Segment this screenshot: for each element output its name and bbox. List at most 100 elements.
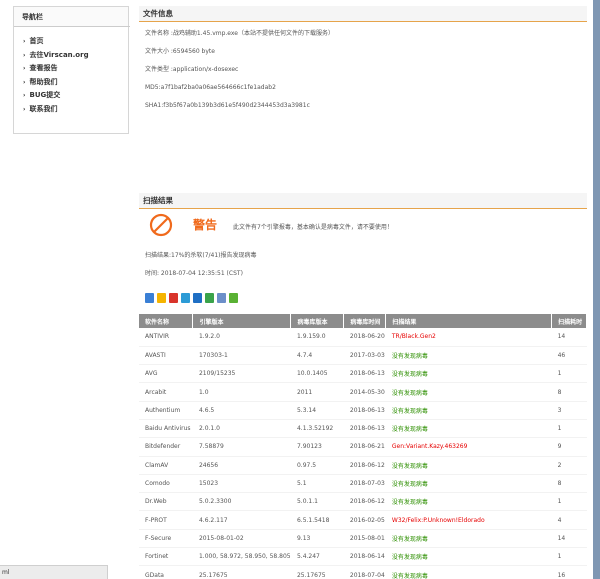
share-toolbar	[139, 283, 587, 305]
cell-duration: 14	[551, 328, 587, 347]
cell-duration: 8	[551, 474, 587, 494]
arrow-right-icon: ›	[23, 92, 26, 99]
cell-software: F-Secure	[139, 529, 193, 549]
nav-item-contact[interactable]: › 联系我们	[23, 103, 128, 117]
cell-duration: 8	[551, 382, 587, 402]
cell-db-date: 2018-06-13	[343, 401, 386, 420]
cell-duration: 3	[551, 401, 587, 420]
scan-results-table: 软件名称 引擎版本 病毒库版本 病毒库时间 扫描结果 扫描耗时 ANTIVIR 1…	[139, 314, 587, 579]
file-md5: MD5:a7f1baf2ba0a06ae564666c1fe1adab2	[145, 84, 276, 91]
arrow-right-icon: ›	[23, 38, 26, 45]
cell-engine-version: 1.000, 58.972, 58.950, 58.805	[192, 547, 291, 567]
cell-duration: 14	[551, 529, 587, 549]
scan-time: 时间: 2018-07-04 12:35:51 (CST)	[145, 270, 243, 277]
share-icon[interactable]	[229, 293, 238, 303]
cell-result: 没有发现病毒	[385, 456, 552, 475]
cell-result: 没有发现病毒	[385, 529, 552, 549]
share-icon[interactable]	[169, 293, 178, 303]
file-name: 文件名称 :战鸡辅助1.45.vmp.exe（本站不提供任何文件的下载服务）	[145, 30, 334, 37]
cell-duration: 1	[551, 547, 587, 567]
cell-db-date: 2018-06-12	[343, 492, 386, 512]
cell-db-date: 2018-06-21	[343, 437, 386, 457]
cell-result: Gen:Variant.Kazy.463269	[385, 437, 552, 457]
cell-db-version: 5.1	[290, 474, 344, 494]
nav-item-report[interactable]: › 查看报告	[23, 62, 128, 76]
cell-db-version: 6.5.1.5418	[290, 510, 344, 530]
table-row: Baidu Antivirus 2.0.1.0 4.1.3.52192 2018-06…	[139, 419, 587, 439]
cell-duration: 1	[551, 492, 587, 512]
nav-item-bug[interactable]: › BUG提交	[23, 89, 128, 103]
cell-db-date: 2014-05-30	[343, 382, 386, 402]
nav-list: › 首页 › 去往Virscan.org › 查看报告 › 帮助我们 › BUG提交 › 联…	[14, 27, 128, 116]
cell-engine-version: 7.58879	[192, 437, 291, 457]
cell-db-version: 4.7.4	[290, 346, 344, 366]
col-header: 病毒库版本	[290, 314, 345, 328]
nav-item-home[interactable]: › 首页	[23, 35, 128, 49]
prohibited-icon	[149, 213, 173, 237]
warning-message: 此文件有7个引擎报毒，基本确认是病毒文件，请不要使用！	[233, 224, 393, 231]
cell-duration: 16	[551, 565, 587, 579]
cell-db-version: 5.3.14	[290, 401, 344, 420]
cell-duration: 1	[551, 419, 587, 439]
cell-db-date: 2018-06-13	[343, 419, 386, 439]
cell-engine-version: 2015-08-01-02	[192, 529, 291, 549]
share-icon[interactable]	[205, 293, 214, 303]
table-row: ANTIVIR 1.9.2.0 1.9.159.0 2018-06-20 TR/Blac…	[139, 328, 587, 347]
cell-db-version: 4.1.3.52192	[290, 419, 344, 439]
table-body: ANTIVIR 1.9.2.0 1.9.159.0 2018-06-20 TR/Blac…	[139, 328, 587, 579]
cell-db-version: 5.4.247	[290, 547, 344, 567]
status-bar: ml	[0, 565, 108, 579]
nav-item-virscan[interactable]: › 去往Virscan.org	[23, 49, 128, 63]
cell-software: Authentium	[139, 401, 193, 420]
table-row: F-Secure 2015-08-01-02 9.13 2015-08-01 没有发现病…	[139, 529, 587, 549]
cell-db-version: 0.97.5	[290, 456, 344, 475]
cell-db-version: 5.0.1.1	[290, 492, 344, 512]
share-icon[interactable]	[181, 293, 190, 303]
cell-engine-version: 5.0.2.3300	[192, 492, 291, 512]
cell-engine-version: 2109/15235	[192, 364, 291, 384]
col-header: 病毒库时间	[343, 314, 387, 328]
cell-db-version: 25.17675	[290, 565, 344, 579]
cell-engine-version: 1.0	[192, 382, 291, 402]
cell-engine-version: 1.9.2.0	[192, 328, 291, 347]
table-row: F-PROT 4.6.2.117 6.5.1.5418 2016-02-05 W32/F…	[139, 510, 587, 530]
cell-engine-version: 25.17675	[192, 565, 291, 579]
cell-db-date: 2016-02-05	[343, 510, 386, 530]
cell-software: Comodo	[139, 474, 193, 494]
cell-software: ANTIVIR	[139, 328, 193, 347]
table-row: Authentium 4.6.5 5.3.14 2018-06-13 没有发现病毒 3	[139, 401, 587, 420]
arrow-right-icon: ›	[23, 78, 26, 86]
share-icon[interactable]	[145, 293, 154, 303]
window-edge	[593, 0, 600, 579]
cell-software: GData	[139, 565, 193, 579]
cell-software: Fortinet	[139, 547, 193, 567]
cell-engine-version: 4.6.5	[192, 401, 291, 420]
cell-db-date: 2018-06-12	[343, 456, 386, 475]
nav-item-help[interactable]: › 帮助我们	[23, 76, 128, 90]
cell-software: Baidu Antivirus	[139, 419, 193, 439]
cell-software: Arcabit	[139, 382, 193, 402]
cell-software: ClamAV	[139, 456, 193, 475]
cell-db-version: 7.90123	[290, 437, 344, 457]
cell-software: AVASTI	[139, 346, 193, 366]
file-type: 文件类型 :application/x-dosexec	[145, 66, 239, 73]
cell-engine-version: 15023	[192, 474, 291, 494]
table-row: Fortinet 1.000, 58.972, 58.950, 58.805 5.4…	[139, 547, 587, 567]
share-icon[interactable]	[157, 293, 166, 303]
scan-summary: 扫描结果:17%的杀软(7/41)报告发现病毒	[145, 252, 257, 259]
warning-row: 警告 此文件有7个引擎报毒，基本确认是病毒文件，请不要使用！	[139, 209, 587, 247]
cell-duration: 4	[551, 510, 587, 530]
cell-software: F-PROT	[139, 510, 193, 530]
cell-db-date: 2018-07-04	[343, 565, 386, 579]
share-icon[interactable]	[217, 293, 226, 303]
cell-db-date: 2018-06-13	[343, 364, 386, 384]
arrow-right-icon: ›	[23, 105, 26, 113]
cell-db-version: 9.13	[290, 529, 344, 549]
cell-result: 没有发现病毒	[385, 419, 552, 439]
file-info-title: 文件信息	[139, 6, 587, 22]
cell-engine-version: 4.6.2.117	[192, 510, 291, 530]
share-icon[interactable]	[193, 293, 202, 303]
cell-db-version: 1.9.159.0	[290, 328, 344, 347]
cell-result: 没有发现病毒	[385, 382, 552, 402]
cell-software: Dr.Web	[139, 492, 193, 512]
